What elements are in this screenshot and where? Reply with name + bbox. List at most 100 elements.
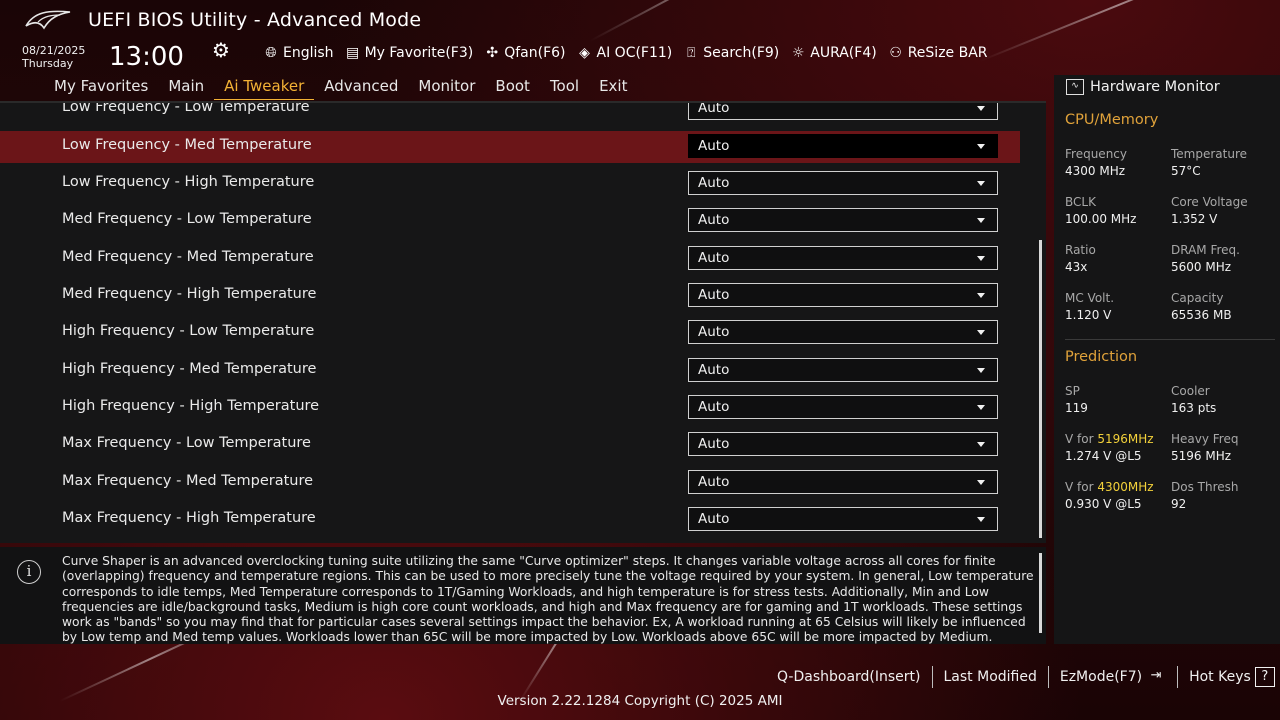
tab-main[interactable]: Main [158,74,214,100]
hw-value: 1.352 V [1171,212,1218,226]
hw-label: Capacity [1171,291,1224,305]
toolbar: 🌐︎ English ▤ My Favorite(F3) ✣ Qfan(F6) … [262,42,998,64]
rog-logo [25,10,71,30]
setting-select[interactable]: Auto [688,395,998,419]
language-label: English [283,45,334,61]
qfan-button[interactable]: ✣ Qfan(F6) [483,45,565,61]
ai-oc-button[interactable]: ◈ AI OC(F11) [576,45,672,61]
hw-capacity: Capacity 65536 MB [1171,291,1280,324]
footer-separator [1177,666,1179,688]
qfan-label: Qfan(F6) [504,45,566,61]
my-favorite-label: My Favorite(F3) [364,45,474,61]
setting-row[interactable]: Max Frequency - Low Temperature Auto [0,429,1020,461]
hw-label: V for 5196MHz [1065,432,1175,447]
last-modified-button[interactable]: Last Modified [944,669,1037,685]
setting-label: Max Frequency - Low Temperature [62,435,311,451]
setting-select[interactable]: Auto [688,507,998,531]
help-scrollbar[interactable] [1039,553,1042,633]
dropdown-caret-icon [977,405,985,410]
tab-exit[interactable]: Exit [589,74,637,100]
tab-monitor[interactable]: Monitor [408,74,485,100]
tab-tool[interactable]: Tool [540,74,589,100]
hw-mc-volt: MC Volt. 1.120 V [1065,291,1175,324]
setting-row[interactable]: Med Frequency - Low Temperature Auto [0,205,1020,237]
setting-select[interactable]: Auto [688,283,998,307]
setting-select[interactable]: Auto [688,358,998,382]
hot-keys-button[interactable]: Hot Keys ? [1189,667,1275,687]
select-value: Auto [698,287,730,303]
hardware-monitor-title: ∿ Hardware Monitor [1066,79,1220,95]
setting-select[interactable]: Auto [688,470,998,494]
setting-select[interactable]: Auto [688,246,998,270]
ai-oc-icon: ◈ [579,45,590,61]
aura-button[interactable]: ☼ AURA(F4) [789,45,877,61]
hw-temperature: Temperature 57°C [1171,147,1280,180]
setting-row[interactable]: High Frequency - Low Temperature Auto [0,317,1020,349]
aura-icon: ☼ [791,45,805,61]
tab-ai-tweaker[interactable]: Ai Tweaker [214,74,315,100]
hw-label-freq: 4300MHz [1097,480,1154,494]
setting-row[interactable]: Med Frequency - High Temperature Auto [0,280,1020,312]
setting-row[interactable]: Med Frequency - Med Temperature Auto [0,243,1020,275]
weekday-text: Thursday [22,57,74,70]
hw-label: MC Volt. [1065,291,1115,305]
select-value: Auto [698,362,730,378]
setting-row[interactable]: Low Frequency - Low Temperature Auto [0,103,1020,125]
tab-advanced[interactable]: Advanced [314,74,408,100]
tab-my-favorites[interactable]: My Favorites [44,74,158,100]
select-value: Auto [698,103,730,116]
setting-row-selected[interactable]: Low Frequency - Med Temperature Auto [0,131,1020,163]
footer-separator [1047,666,1049,688]
hardware-monitor-panel: ∿ Hardware Monitor CPU/Memory Frequency … [1054,75,1280,644]
settings-scrollbar[interactable] [1039,240,1042,538]
setting-row[interactable]: Max Frequency - High Temperature Auto [0,504,1020,536]
tab-boot[interactable]: Boot [485,74,540,100]
hw-value: 4300 MHz [1065,164,1126,178]
footer-nav: Q-Dashboard(Insert) Last Modified EzMode… [777,666,1275,688]
language-button[interactable]: 🌐︎ English [262,45,334,61]
hw-divider [1065,339,1275,340]
setting-label: Max Frequency - Med Temperature [62,473,314,489]
help-panel: i Curve Shaper is an advanced overclocki… [0,547,1046,644]
select-value: Auto [698,511,730,527]
setting-select[interactable]: Auto [688,208,998,232]
setting-select[interactable]: Auto [688,134,998,158]
setting-select[interactable]: Auto [688,320,998,344]
setting-row[interactable]: Max Frequency - Med Temperature Auto [0,467,1020,499]
hw-label-freq: 5196MHz [1097,432,1154,446]
hw-label: Heavy Freq [1171,432,1239,446]
setting-select[interactable]: Auto [688,432,998,456]
setting-label: High Frequency - Low Temperature [62,323,315,339]
search-button[interactable]: ⍰ Search(F9) [682,45,779,61]
aura-label: AURA(F4) [810,45,877,61]
search-icon: ⍰ [687,45,696,61]
select-value: Auto [698,474,730,490]
cpu-memory-heading: CPU/Memory [1065,112,1159,128]
q-dashboard-button[interactable]: Q-Dashboard(Insert) [777,669,921,685]
time-display[interactable]: 13:00 [109,42,184,72]
dropdown-caret-icon [977,293,985,298]
setting-select[interactable]: Auto [688,103,998,120]
setting-row[interactable]: High Frequency - Med Temperature Auto [0,355,1020,387]
dropdown-caret-icon [977,106,985,111]
prediction-heading: Prediction [1065,349,1138,365]
setting-row[interactable]: High Frequency - High Temperature Auto [0,392,1020,424]
resize-bar-button[interactable]: ⚇ ReSize BAR [887,45,987,61]
footer-separator [931,666,933,688]
setting-label: Med Frequency - Med Temperature [62,249,314,265]
select-value: Auto [698,436,730,452]
hw-value: 92 [1171,497,1187,511]
setting-select[interactable]: Auto [688,171,998,195]
date-display: 08/21/2025 Thursday [22,44,85,70]
ezmode-button[interactable]: EzMode(F7) ⇥ [1060,667,1166,687]
hw-v-for-current: V for 4300MHz 0.930 V @L5 [1065,480,1175,513]
hw-core-voltage: Core Voltage 1.352 V [1171,195,1280,228]
hw-value: 1.274 V @L5 [1065,449,1142,463]
hw-label: Dos Thresh [1171,480,1239,494]
settings-gear-icon[interactable]: ⚙ [212,38,230,62]
setting-row[interactable]: Low Frequency - High Temperature Auto [0,168,1020,200]
hw-heavy-freq: Heavy Freq 5196 MHz [1171,432,1280,465]
hw-dos-thresh: Dos Thresh 92 [1171,480,1280,513]
my-favorite-button[interactable]: ▤ My Favorite(F3) [344,45,474,61]
monitor-icon: ∿ [1066,79,1084,95]
